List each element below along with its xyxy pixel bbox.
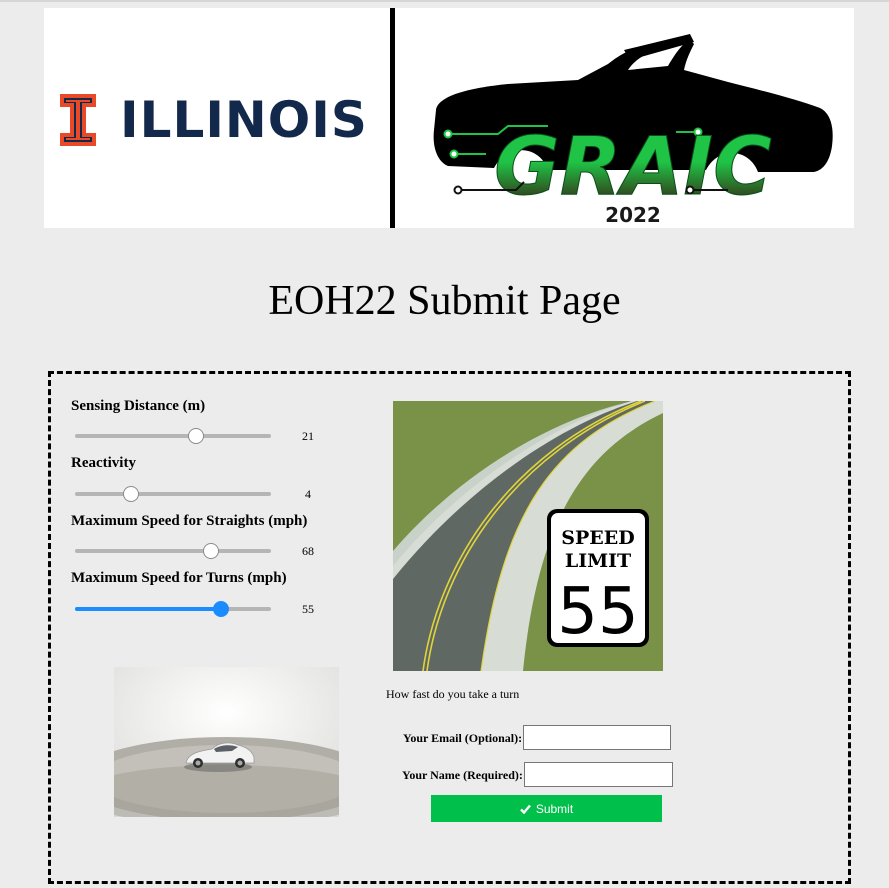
slider-value: 21	[302, 429, 314, 443]
submit-label: Submit	[535, 801, 574, 816]
submit-button[interactable]: Submit	[431, 795, 662, 822]
graic-logo: GRAIC 2022	[433, 34, 833, 226]
check-icon	[519, 804, 531, 814]
slider-track[interactable]	[75, 549, 271, 553]
illinois-logo: ILLINOIS	[60, 94, 368, 146]
name-field[interactable]	[524, 762, 673, 787]
slider-label: Maximum Speed for Straights (mph)	[71, 513, 308, 529]
email-label: Your Email (Optional):	[403, 731, 523, 745]
illinois-wordmark: ILLINOIS	[120, 91, 368, 149]
range-slider[interactable]	[75, 428, 271, 444]
slider-thumb[interactable]	[188, 428, 204, 444]
browser-top-edge	[0, 0, 889, 2]
slider-label: Reactivity	[71, 455, 136, 471]
slider-fill	[75, 607, 220, 611]
block-i-icon	[60, 94, 96, 146]
header-banner: ILLINOIS GRAIC 2022	[44, 8, 854, 228]
slider-thumb[interactable]	[123, 486, 139, 502]
sign-line1: SPEED	[561, 527, 634, 549]
slider-label: Maximum Speed for Turns (mph)	[71, 570, 287, 586]
name-label: Your Name (Required):	[402, 768, 523, 782]
settings-form-panel: Sensing Distance (m) 21 Reactivity 4 Maximum…	[48, 371, 851, 884]
range-slider[interactable]	[75, 543, 271, 559]
slider-thumb[interactable]	[203, 543, 219, 559]
slider-value: 55	[302, 602, 314, 616]
sign-number: 55	[557, 575, 638, 649]
slider-label: Sensing Distance (m)	[71, 398, 206, 414]
speed-limit-preview-image: SPEED LIMIT 55	[393, 401, 663, 671]
slider-track[interactable]	[75, 492, 271, 496]
slider-value: 68	[302, 544, 314, 558]
slider-value: 4	[305, 487, 311, 501]
page-title: EOH22 Submit Page	[268, 278, 621, 324]
car-turntable-image	[114, 667, 339, 817]
graic-wordmark: GRAIC	[494, 120, 772, 213]
slider-thumb[interactable]	[213, 601, 229, 617]
sign-line2: LIMIT	[565, 550, 631, 572]
graic-year: 2022	[605, 203, 661, 226]
slider-track[interactable]	[75, 434, 271, 438]
range-slider[interactable]	[75, 486, 271, 502]
range-slider[interactable]	[75, 601, 271, 617]
banner-divider	[390, 8, 395, 228]
email-field[interactable]	[523, 725, 671, 750]
preview-caption: How fast do you take a turn	[386, 687, 520, 701]
